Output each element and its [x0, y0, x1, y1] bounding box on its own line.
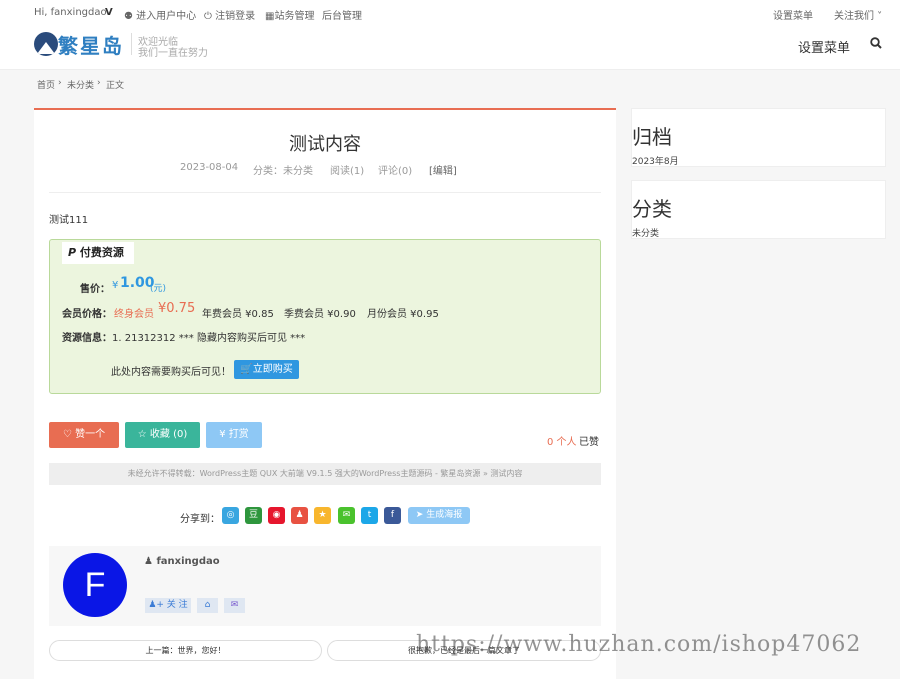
user-plus-icon: ♟+: [148, 600, 164, 610]
article-card: 测试内容 2023-08-04 分类：未分类 阅读(1) 评论(0) [编辑] …: [34, 108, 616, 679]
price-label: 售价：: [80, 284, 110, 295]
user-center-link[interactable]: ⚉ 进入用户中心: [124, 7, 196, 22]
facebook-share-icon[interactable]: f: [384, 507, 401, 524]
follow-author-button[interactable]: ♟+ 关 注: [145, 598, 191, 613]
logo-divider: [131, 33, 132, 55]
post-category[interactable]: 分类：未分类: [253, 162, 313, 177]
slogan-line-2: 我们一直在努力: [138, 48, 208, 59]
liked-count: 0 个人: [547, 437, 577, 448]
season-member-price: 季费会员 ¥0.90: [284, 309, 356, 320]
post-body: 测试111: [49, 215, 89, 226]
reward-button[interactable]: ¥ 打赏: [206, 422, 262, 448]
logo-icon[interactable]: [34, 32, 58, 56]
follow-us-link[interactable]: 关注我们 ˅: [834, 7, 882, 22]
vip-badge: V: [105, 7, 113, 18]
copyright-notice: 未经允许不得转载：WordPress主题 QUX 大前端 V9.1.5 强大的W…: [49, 463, 601, 485]
nav-set-menu[interactable]: 设置菜单: [798, 37, 850, 56]
post-title: 测试内容: [289, 134, 361, 155]
site-manage-link[interactable]: ▦站务管理: [265, 7, 314, 22]
power-icon: ⏻: [204, 11, 212, 22]
price-sign: ¥: [112, 280, 119, 291]
avatar[interactable]: F: [63, 553, 127, 617]
breadcrumb-category[interactable]: 未分类: [67, 78, 94, 91]
lifetime-member-label: 终身会员: [114, 309, 154, 320]
post-views: 阅读(1): [330, 166, 365, 177]
paypal-icon: P: [68, 246, 77, 259]
liked-suffix: 已赞: [579, 437, 599, 448]
cart-icon: 🛒: [240, 364, 253, 375]
envelope-icon[interactable]: ✉: [224, 598, 245, 613]
month-member-price: 月份会员 ¥0.95: [367, 309, 439, 320]
author-box: F ♟ fanxingdao ♟+ 关 注 ⌂ ✉: [49, 546, 601, 626]
lifetime-member-price: ¥0.75: [158, 301, 196, 316]
archive-item[interactable]: 2023年8月: [632, 154, 679, 167]
buy-now-button[interactable]: 🛒立即购买: [234, 360, 299, 379]
top-bar: Hi, fanxingdao V ⚉ 进入用户中心 ⏻ 注销登录 ▦站务管理 后…: [0, 0, 900, 70]
heart-icon: ♡: [62, 429, 72, 440]
chevron-right-icon: ›: [58, 78, 62, 88]
category-widget: 分类 未分类: [631, 180, 886, 239]
paid-resource-tag: P 付费资源: [62, 242, 134, 264]
chevron-right-icon: ›: [97, 78, 101, 88]
breadcrumb-current: 正文: [106, 81, 125, 91]
admin-link[interactable]: 后台管理: [322, 7, 362, 22]
category-title: 分类: [632, 197, 672, 221]
logo-text[interactable]: 繁星岛: [58, 30, 124, 59]
logout-link[interactable]: ⏻ 注销登录: [204, 7, 255, 22]
post-edit-link[interactable]: [编辑]: [429, 162, 457, 177]
member-price-label: 会员价格：: [62, 309, 112, 320]
weibo-share-icon[interactable]: ◉: [268, 507, 285, 524]
resource-info-value: 1. 21312312 *** 隐藏内容购买后可见 ***: [112, 333, 306, 344]
year-member-price: 年费会员 ¥0.85: [202, 309, 274, 320]
watermark-text: https://www.huzhan.com/ishop47062: [416, 632, 862, 657]
user-icon: ⚉: [124, 11, 133, 22]
price-unit: (元): [150, 284, 167, 294]
share-label: 分享到：: [180, 514, 220, 525]
post-date: 2023-08-04: [180, 162, 239, 173]
search-icon[interactable]: [870, 37, 882, 49]
paper-plane-icon: ➤: [415, 510, 424, 520]
resource-info-label: 资源信息：: [62, 333, 112, 344]
generate-poster-button[interactable]: ➤ 生成海报: [408, 507, 470, 524]
category-item[interactable]: 未分类: [632, 226, 659, 239]
prev-post-link[interactable]: 上一篇：世界，您好！: [49, 640, 322, 661]
twitter-share-icon[interactable]: t: [361, 507, 378, 524]
paid-resource-box: P 付费资源 售价： ¥ 1.00 (元) 会员价格： 终身会员 ¥0.75 年…: [49, 239, 601, 394]
divider: [49, 192, 601, 193]
qzone-share-icon[interactable]: ◎: [222, 507, 239, 524]
home-icon[interactable]: ⌂: [197, 598, 218, 613]
archive-widget: 归档 2023年8月: [631, 108, 886, 167]
qq-share-icon[interactable]: ♟: [291, 507, 308, 524]
archive-title: 归档: [632, 125, 672, 149]
douban-share-icon[interactable]: 豆: [245, 507, 262, 524]
like-button[interactable]: ♡ 赞一个: [49, 422, 119, 448]
author-name[interactable]: ♟ fanxingdao: [144, 556, 220, 567]
breadcrumb-home[interactable]: 首页: [37, 78, 55, 91]
chevron-down-icon: ˅: [874, 11, 883, 22]
set-menu-small-link[interactable]: 设置菜单: [773, 7, 813, 22]
favorite-button[interactable]: ☆ 收藏 (0): [125, 422, 200, 448]
user-icon: ♟: [144, 556, 153, 567]
greeting-text: Hi, fanxingdao: [34, 7, 107, 18]
purchase-notice: 此处内容需要购买后可见！: [111, 367, 231, 378]
post-comments[interactable]: 评论(0): [378, 162, 412, 177]
wechat-share-icon[interactable]: ✉: [338, 507, 355, 524]
qzone-star-share-icon[interactable]: ★: [314, 507, 331, 524]
star-icon: ☆: [137, 429, 147, 440]
